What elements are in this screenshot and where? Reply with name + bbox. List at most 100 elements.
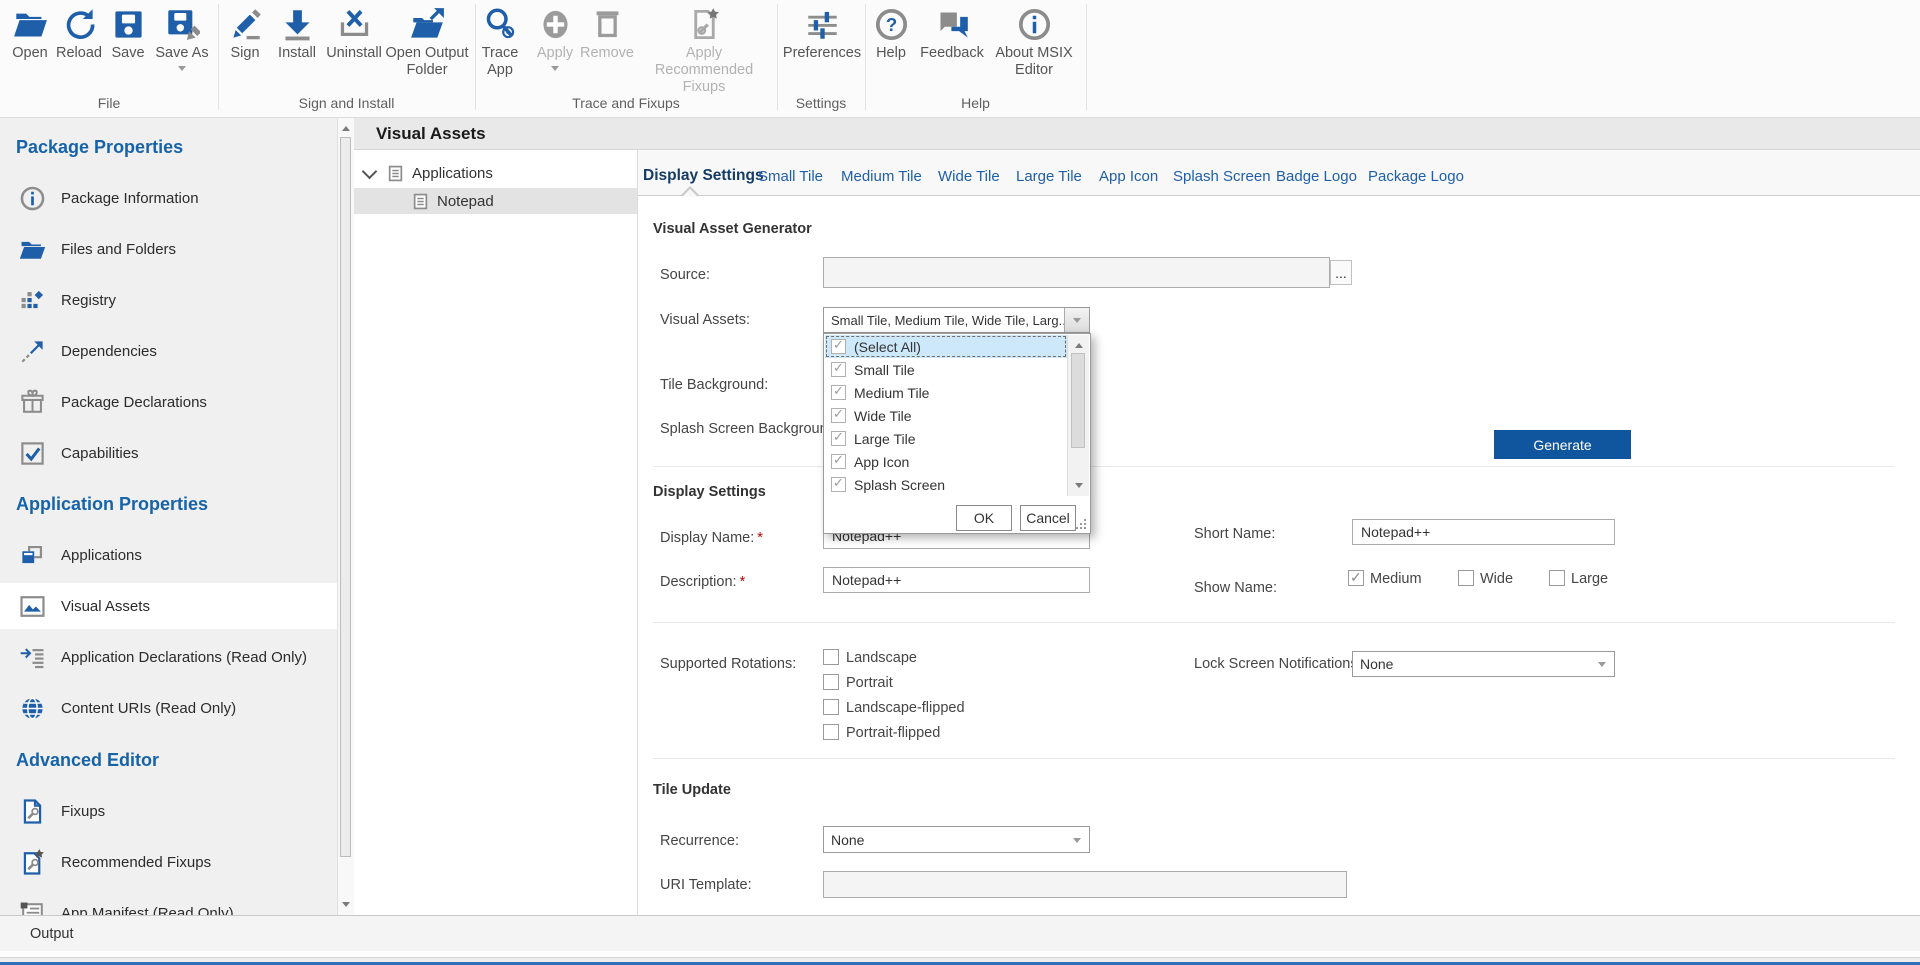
- group-separator: [1086, 4, 1087, 110]
- sidebar-item-content-uris[interactable]: Content URIs (Read Only): [0, 685, 337, 731]
- lock-screen-notifications-combobox[interactable]: None: [1352, 651, 1615, 677]
- dropdown-button[interactable]: [1064, 308, 1089, 332]
- scroll-up-button[interactable]: [338, 118, 354, 135]
- source-input[interactable]: [823, 257, 1330, 288]
- tab-medium-tile[interactable]: Medium Tile: [841, 168, 922, 185]
- show-name-wide-checkbox[interactable]: [1458, 570, 1474, 586]
- show-name-medium-checkbox[interactable]: [1348, 570, 1364, 586]
- save-button[interactable]: Save: [106, 7, 150, 62]
- gift-box-icon: [19, 389, 46, 416]
- scroll-down-button[interactable]: [1068, 479, 1089, 496]
- ok-button[interactable]: OK: [956, 505, 1012, 531]
- uninstall-button[interactable]: Uninstall: [325, 7, 383, 62]
- ribbon-toolbar: Open Reload Save Save As Sign Install Un…: [0, 0, 1920, 118]
- rotation-landscape-flipped-checkbox[interactable]: [823, 699, 839, 715]
- tab-display-settings[interactable]: Display Settings: [643, 167, 764, 185]
- rotation-landscape-checkbox[interactable]: [823, 649, 839, 665]
- save-as-button[interactable]: Save As: [152, 7, 212, 75]
- sidebar-item-dependencies[interactable]: Dependencies: [0, 328, 337, 374]
- scrollbar-thumb[interactable]: [340, 137, 351, 857]
- sidebar-item-applications[interactable]: Applications: [0, 532, 337, 578]
- trace-app-button[interactable]: Trace App: [477, 7, 523, 79]
- dropdown-option-app-icon[interactable]: App Icon: [825, 450, 1067, 473]
- dropdown-option-splash-screen[interactable]: Splash Screen: [825, 473, 1067, 496]
- checkbox[interactable]: [831, 431, 846, 446]
- feedback-button[interactable]: Feedback: [916, 7, 988, 62]
- checkbox[interactable]: [831, 362, 846, 377]
- button-label: Feedback: [920, 45, 984, 62]
- checkbox[interactable]: [831, 454, 846, 469]
- apply-button[interactable]: Apply: [529, 7, 581, 75]
- generate-button[interactable]: Generate: [1494, 430, 1631, 459]
- dropdown-scrollbar[interactable]: [1067, 335, 1089, 496]
- cancel-button[interactable]: Cancel: [1020, 505, 1076, 531]
- dropdown-option-wide-tile[interactable]: Wide Tile: [825, 404, 1067, 427]
- recurrence-combobox[interactable]: None: [823, 826, 1090, 853]
- section-heading-tile-update: Tile Update: [653, 782, 731, 798]
- checkbox[interactable]: [831, 408, 846, 423]
- sidebar-item-package-declarations[interactable]: Package Declarations: [0, 379, 337, 425]
- scroll-down-button[interactable]: [338, 898, 354, 915]
- reload-button[interactable]: Reload: [54, 7, 104, 62]
- required-mark: *: [740, 574, 746, 590]
- sidebar-item-capabilities[interactable]: Capabilities: [0, 430, 337, 476]
- tree-node-applications[interactable]: Applications: [354, 160, 637, 186]
- dropdown-option-medium-tile[interactable]: Medium Tile: [825, 381, 1067, 404]
- sidebar-scrollbar[interactable]: [337, 118, 354, 915]
- open-output-folder-button[interactable]: Open Output Folder: [381, 7, 473, 79]
- output-panel-bar[interactable]: Output: [0, 915, 1920, 951]
- description-input[interactable]: Notepad++: [823, 567, 1090, 593]
- browse-button[interactable]: ...: [1330, 260, 1352, 285]
- tree-node-label: Notepad: [437, 193, 494, 210]
- scroll-up-button[interactable]: [1068, 335, 1089, 352]
- dropdown-option-small-tile[interactable]: Small Tile: [825, 358, 1067, 381]
- checkbox[interactable]: [831, 385, 846, 400]
- tab-wide-tile[interactable]: Wide Tile: [938, 168, 1000, 185]
- uri-template-input[interactable]: [823, 871, 1347, 898]
- option-label: App Icon: [854, 454, 909, 470]
- output-label: Output: [30, 926, 74, 942]
- checkbox[interactable]: [831, 339, 846, 354]
- sidebar-item-fixups[interactable]: Fixups: [0, 788, 337, 834]
- checkbox[interactable]: [831, 477, 846, 492]
- visual-assets-combobox[interactable]: Small Tile, Medium Tile, Wide Tile, Larg…: [823, 307, 1090, 333]
- rotation-portrait-flipped-checkbox[interactable]: [823, 724, 839, 740]
- tab-splash-screen[interactable]: Splash Screen: [1173, 168, 1271, 185]
- install-button[interactable]: Install: [271, 7, 323, 62]
- remove-button[interactable]: Remove: [579, 7, 635, 62]
- tab-large-tile[interactable]: Large Tile: [1016, 168, 1082, 185]
- resize-grip[interactable]: [1075, 518, 1087, 530]
- tab-badge-logo[interactable]: Badge Logo: [1276, 168, 1357, 185]
- dropdown-option-large-tile[interactable]: Large Tile: [825, 427, 1067, 450]
- tab-small-tile[interactable]: Small Tile: [758, 168, 823, 185]
- tree-node-notepad[interactable]: Notepad: [354, 188, 637, 214]
- sidebar-item-registry[interactable]: Registry: [0, 277, 337, 323]
- uri-template-label: URI Template:: [660, 877, 752, 893]
- show-name-large-checkbox[interactable]: [1549, 570, 1565, 586]
- globe-icon: [19, 695, 46, 722]
- caret-down-icon: [1598, 662, 1606, 671]
- help-icon: ?: [874, 7, 909, 42]
- rotation-landscape-label: Landscape: [846, 650, 917, 666]
- source-label: Source:: [660, 267, 710, 283]
- short-name-input[interactable]: Notepad++: [1352, 519, 1615, 545]
- scrollbar-thumb[interactable]: [1071, 353, 1085, 448]
- preferences-button[interactable]: Preferences: [780, 7, 864, 62]
- sidebar-item-visual-assets[interactable]: Visual Assets: [0, 583, 337, 629]
- button-label: About MSIX Editor: [988, 45, 1080, 79]
- sidebar-item-package-information[interactable]: Package Information: [0, 175, 337, 221]
- apply-recommended-fixups-button[interactable]: Apply Recommended Fixups: [637, 7, 771, 96]
- chevron-expanded-icon[interactable]: [362, 163, 378, 179]
- open-button[interactable]: Open: [8, 7, 52, 62]
- rotation-portrait-checkbox[interactable]: [823, 674, 839, 690]
- sidebar-item-application-declarations[interactable]: Application Declarations (Read Only): [0, 634, 337, 680]
- sign-button[interactable]: Sign: [221, 7, 269, 62]
- about-msix-editor-button[interactable]: About MSIX Editor: [988, 7, 1080, 79]
- sidebar-item-recommended-fixups[interactable]: Recommended Fixups: [0, 839, 337, 885]
- sidebar-item-app-manifest[interactable]: App Manifest (Read Only): [0, 890, 337, 915]
- tab-package-logo[interactable]: Package Logo: [1368, 168, 1464, 185]
- dropdown-option-select-all[interactable]: (Select All): [825, 335, 1067, 358]
- tab-app-icon[interactable]: App Icon: [1099, 168, 1158, 185]
- sidebar-item-files-and-folders[interactable]: Files and Folders: [0, 226, 337, 272]
- help-button[interactable]: ? Help: [868, 7, 914, 62]
